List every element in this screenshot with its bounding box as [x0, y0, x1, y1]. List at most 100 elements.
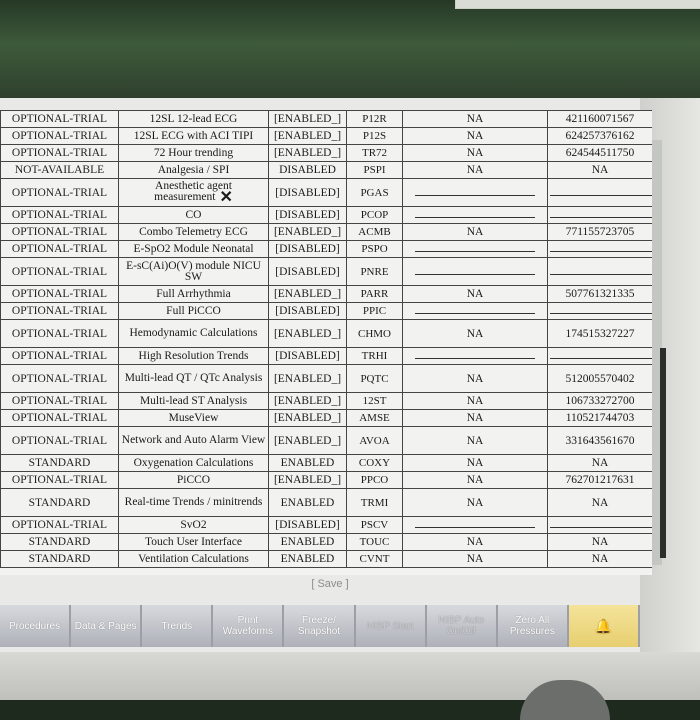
option-key [547, 206, 652, 224]
option-state[interactable]: [DISABLED] [268, 240, 347, 258]
option-code: PGAS [346, 178, 403, 207]
blank-entry-line[interactable] [415, 187, 535, 196]
blank-entry-line[interactable] [550, 519, 652, 528]
option-state-text: DISABLED [279, 164, 336, 176]
table-row[interactable]: OPTIONAL-TRIAL Combo Telemetry ECG [ENABLE… [0, 223, 652, 241]
table-row[interactable]: OPTIONAL-TRIAL Multi-lead QT / QTc Analys… [0, 364, 652, 393]
blank-entry-line[interactable] [415, 209, 535, 218]
option-code: PSCV [346, 516, 403, 534]
option-name-text: CO [185, 208, 202, 221]
option-state[interactable]: [DISABLED] [268, 257, 347, 286]
table-row[interactable]: OPTIONAL-TRIAL E-SpO2 Module Neonatal [DIS… [0, 240, 652, 258]
option-state-text: [ENABLED_] [273, 113, 342, 125]
softkey-button[interactable]: NIBP Auto On/Off [426, 605, 498, 647]
table-row[interactable]: NOT-AVAILABLE Analgesia / SPI DISABLED PSPI… [0, 161, 652, 179]
softkey-button[interactable]: Data & Pages [71, 605, 143, 647]
table-row[interactable]: OPTIONAL-TRIAL 72 Hour trending [ENABLED_]… [0, 144, 652, 162]
blank-entry-line[interactable] [415, 519, 535, 528]
option-na-text: NA [466, 372, 484, 385]
softkey-button[interactable]: Zero All Pressures [497, 605, 569, 647]
table-row[interactable]: OPTIONAL-TRIAL E-sC(Ai)O(V) module NICU S… [0, 257, 652, 286]
table-row[interactable]: OPTIONAL-TRIAL 12SL ECG with ACI TIPI [ENA… [0, 127, 652, 145]
blank-entry-line[interactable] [415, 243, 535, 252]
option-na [402, 206, 548, 224]
option-state[interactable]: [ENABLED_] [268, 223, 347, 241]
blank-entry-line[interactable] [550, 350, 652, 359]
option-state[interactable]: [ENABLED_] [268, 409, 347, 427]
table-row[interactable]: OPTIONAL-TRIAL High Resolution Trends [DIS… [0, 347, 652, 365]
option-status: OPTIONAL-TRIAL [0, 110, 119, 128]
table-row[interactable]: OPTIONAL-TRIAL Full PiCCO [DISABLED] PPIC [0, 302, 652, 320]
softkey-button[interactable]: Print Waveforms [213, 605, 285, 647]
table-row[interactable]: OPTIONAL-TRIAL Network and Auto Alarm Vie… [0, 426, 652, 455]
option-state[interactable]: [DISABLED] [268, 516, 347, 534]
option-code: PSPI [346, 161, 403, 179]
option-key [547, 302, 652, 320]
table-row[interactable]: STANDARD Touch User Interface ENABLED TOUC N… [0, 533, 652, 551]
table-row[interactable]: OPTIONAL-TRIAL MuseView [ENABLED_] AMSE NA 11… [0, 409, 652, 427]
option-code: PQTC [346, 364, 403, 393]
alarm-bell-icon[interactable]: 🔔 [568, 605, 640, 647]
option-state[interactable]: ENABLED [268, 550, 347, 568]
table-row[interactable]: OPTIONAL-TRIAL Full Arrhythmia [ENABLED_] P… [0, 285, 652, 303]
blank-entry-line[interactable] [550, 243, 652, 252]
option-state[interactable]: [ENABLED_] [268, 127, 347, 145]
option-status: OPTIONAL-TRIAL [0, 364, 119, 393]
option-na: NA [402, 454, 548, 472]
table-row[interactable]: OPTIONAL-TRIAL PiCCO [ENABLED_] PPCO NA 76270… [0, 471, 652, 489]
blank-entry-line[interactable] [550, 187, 652, 196]
table-row[interactable]: OPTIONAL-TRIAL CO [DISABLED] PCOP [0, 206, 652, 224]
table-row[interactable]: OPTIONAL-TRIAL Hemodynamic Calculations [E… [0, 319, 652, 348]
option-state[interactable]: ENABLED [268, 454, 347, 472]
option-name: Touch User Interface [118, 533, 269, 551]
softkey-button[interactable]: Procedures [0, 605, 72, 647]
option-state[interactable]: [ENABLED_] [268, 144, 347, 162]
save-button[interactable]: [ Save ] [260, 578, 400, 590]
option-na: NA [402, 426, 548, 455]
close-icon[interactable]: ✕ [219, 189, 232, 206]
option-code-text: PSPO [361, 243, 388, 255]
softkey-button[interactable]: Freeze/ Snapshot [284, 605, 356, 647]
table-row[interactable]: STANDARD Ventilation Calculations ENABLED C… [0, 550, 652, 568]
option-state[interactable]: [DISABLED] [268, 178, 347, 207]
option-state[interactable]: [ENABLED_] [268, 364, 347, 393]
option-state[interactable]: DISABLED [268, 161, 347, 179]
option-na [402, 257, 548, 286]
option-state[interactable]: [DISABLED] [268, 302, 347, 320]
table-scroll-thumb[interactable] [660, 348, 666, 558]
option-status-text: NOT-AVAILABLE [14, 164, 105, 176]
option-name: 72 Hour trending [118, 144, 269, 162]
blank-entry-line[interactable] [415, 350, 535, 359]
option-name: Hemodynamic Calculations [118, 319, 269, 348]
option-status-text: OPTIONAL-TRIAL [11, 147, 108, 159]
option-state[interactable]: [ENABLED_] [268, 471, 347, 489]
option-state[interactable]: ENABLED [268, 488, 347, 517]
option-code: PSPO [346, 240, 403, 258]
option-code: AVOA [346, 426, 403, 455]
softkey-button[interactable]: NIBP Start [355, 605, 427, 647]
blank-entry-line[interactable] [415, 305, 535, 314]
option-state[interactable]: [ENABLED_] [268, 392, 347, 410]
option-code: TOUC [346, 533, 403, 551]
softkey-button[interactable]: Trends [142, 605, 214, 647]
option-key [547, 178, 652, 207]
option-state[interactable]: ENABLED [268, 533, 347, 551]
table-row[interactable]: STANDARD Real-time Trends / minitrends ENA… [0, 488, 652, 517]
option-state[interactable]: [ENABLED_] [268, 319, 347, 348]
option-state[interactable]: [ENABLED_] [268, 426, 347, 455]
table-row[interactable]: OPTIONAL-TRIAL SvO2 [DISABLED] PSCV [0, 516, 652, 534]
blank-entry-line[interactable] [550, 209, 652, 218]
table-row[interactable]: OPTIONAL-TRIAL 12SL 12-lead ECG [ENABLED_]… [0, 110, 652, 128]
blank-entry-line[interactable] [550, 305, 652, 314]
table-row[interactable]: OPTIONAL-TRIAL Anesthetic agent measureme… [0, 178, 652, 207]
table-row[interactable]: OPTIONAL-TRIAL Multi-lead ST Analysis [ENA… [0, 392, 652, 410]
option-state[interactable]: [DISABLED] [268, 206, 347, 224]
option-state[interactable]: [ENABLED_] [268, 285, 347, 303]
option-code-text: TRMI [360, 496, 389, 509]
table-row[interactable]: STANDARD Oxygenation Calculations ENABLED C… [0, 454, 652, 472]
blank-entry-line[interactable] [550, 266, 652, 275]
option-state-text: [ENABLED_] [273, 412, 342, 424]
option-state[interactable]: [ENABLED_] [268, 110, 347, 128]
option-state[interactable]: [DISABLED] [268, 347, 347, 365]
blank-entry-line[interactable] [415, 266, 535, 275]
